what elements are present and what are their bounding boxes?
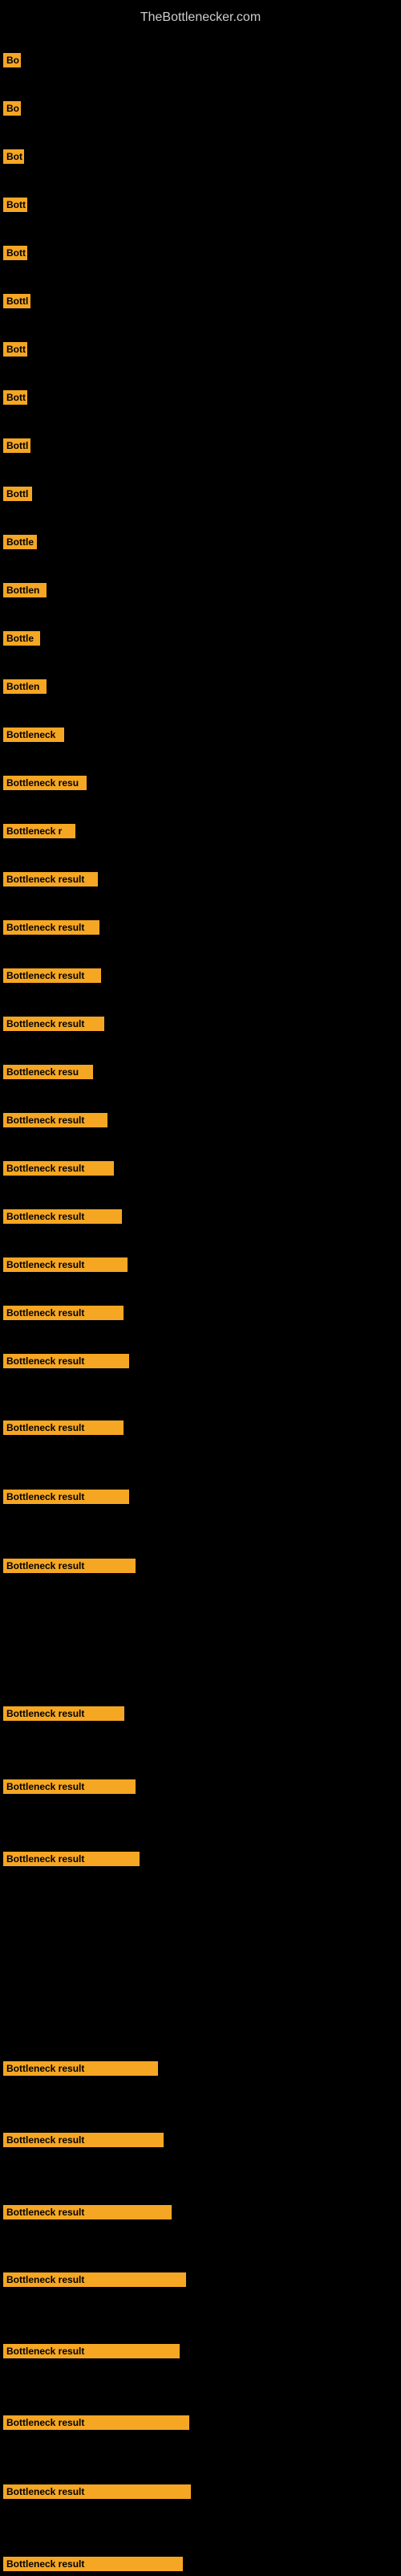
- list-item: Bottleneck result: [2, 1416, 125, 1440]
- bottleneck-label: Bottleneck result: [3, 1852, 140, 1866]
- bottleneck-label: Bottlen: [3, 583, 47, 597]
- bottleneck-label: Bottleneck result: [3, 2272, 186, 2287]
- list-item: Bott: [2, 193, 29, 217]
- bottleneck-label: Bottleneck resu: [3, 1065, 93, 1079]
- list-item: Bott: [2, 241, 29, 265]
- list-item: Bottleneck result: [2, 1012, 106, 1036]
- list-item: Bottleneck result: [2, 1485, 131, 1509]
- list-item: Bottleneck r: [2, 819, 77, 843]
- list-item: Bottleneck result: [2, 2200, 173, 2224]
- list-item: Bottleneck result: [2, 1108, 109, 1132]
- bottleneck-label: Bottl: [3, 438, 30, 453]
- list-item: Bottleneck result: [2, 1301, 125, 1325]
- bottleneck-label: Bott: [3, 390, 27, 405]
- list-item: Bottleneck result: [2, 1554, 137, 1578]
- bottleneck-label: Bottl: [3, 487, 32, 501]
- list-item: Bottlen: [2, 675, 48, 699]
- list-item: Bottleneck result: [2, 2056, 160, 2081]
- list-item: Bottleneck result: [2, 1775, 137, 1799]
- bottleneck-label: Bottleneck result: [3, 1017, 104, 1031]
- bottleneck-label: Bottleneck result: [3, 1257, 128, 1272]
- list-item: Bottleneck resu: [2, 771, 88, 795]
- list-item: Bottleneck result: [2, 867, 99, 891]
- list-item: Bottleneck result: [2, 1847, 141, 1871]
- bottleneck-label: Bottleneck result: [3, 2205, 172, 2219]
- list-item: Bottleneck result: [2, 2339, 181, 2363]
- bottleneck-label: Bottleneck result: [3, 872, 98, 887]
- list-item: Bottleneck result: [2, 964, 103, 988]
- bottleneck-label: Bottle: [3, 631, 40, 646]
- bottleneck-label: Bottleneck result: [3, 1354, 129, 1368]
- list-item: Bo: [2, 48, 22, 72]
- bottleneck-label: Bottleneck result: [3, 1490, 129, 1504]
- bottleneck-label: Bottleneck result: [3, 2415, 189, 2430]
- bottleneck-label: Bottleneck result: [3, 1161, 114, 1176]
- bottleneck-label: Bottleneck result: [3, 1779, 136, 1794]
- bottleneck-label: Bottleneck result: [3, 1113, 107, 1127]
- bottleneck-label: Bottleneck: [3, 728, 64, 742]
- list-item: Bottleneck resu: [2, 1060, 95, 1084]
- bottleneck-label: Bottleneck result: [3, 2344, 180, 2358]
- bottleneck-label: Bott: [3, 198, 27, 212]
- bottleneck-label: Bottleneck result: [3, 1306, 124, 1320]
- list-item: Bottleneck result: [2, 2128, 165, 2152]
- list-item: Bottle: [2, 530, 38, 554]
- bottleneck-label: Bo: [3, 53, 21, 67]
- list-item: Bottleneck result: [2, 1204, 124, 1229]
- bottleneck-label: Bott: [3, 246, 27, 260]
- list-item: Bottleneck result: [2, 1253, 129, 1277]
- bottleneck-label: Bottleneck resu: [3, 776, 87, 790]
- bottleneck-label: Bottleneck result: [3, 2484, 191, 2499]
- list-item: Bo: [2, 96, 22, 120]
- list-item: Bottlen: [2, 578, 48, 602]
- bottleneck-label: Bottleneck r: [3, 824, 75, 838]
- bottleneck-label: Bottle: [3, 535, 37, 549]
- list-item: Bottleneck result: [2, 2268, 188, 2292]
- bottleneck-label: Bottleneck result: [3, 1559, 136, 1573]
- bottleneck-label: Bottl: [3, 294, 30, 308]
- list-item: Bottleneck result: [2, 2552, 184, 2576]
- bottleneck-label: Bot: [3, 149, 24, 164]
- list-item: Bottleneck result: [2, 1702, 126, 1726]
- list-item: Bottle: [2, 626, 42, 650]
- bottleneck-label: Bo: [3, 101, 21, 116]
- bottleneck-label: Bottleneck result: [3, 1420, 124, 1435]
- list-item: Bottl: [2, 434, 32, 458]
- list-item: Bottl: [2, 482, 34, 506]
- list-item: Bottleneck result: [2, 2411, 191, 2435]
- bottleneck-label: Bottleneck result: [3, 1706, 124, 1721]
- list-item: Bottleneck: [2, 723, 66, 747]
- list-item: Bottleneck result: [2, 1156, 115, 1180]
- list-item: Bottl: [2, 289, 32, 313]
- bottleneck-label: Bottleneck result: [3, 968, 101, 983]
- bottleneck-label: Bottleneck result: [3, 920, 99, 935]
- list-item: Bottleneck result: [2, 1349, 131, 1373]
- list-item: Bottleneck result: [2, 2480, 192, 2504]
- bottleneck-label: Bottleneck result: [3, 2133, 164, 2147]
- bottleneck-label: Bottleneck result: [3, 2557, 183, 2571]
- list-item: Bott: [2, 385, 29, 410]
- list-item: Bott: [2, 337, 29, 361]
- bottleneck-label: Bottleneck result: [3, 2061, 158, 2076]
- list-item: Bot: [2, 145, 26, 169]
- list-item: Bottleneck result: [2, 915, 101, 940]
- bottleneck-label: Bottlen: [3, 679, 47, 694]
- bottleneck-label: Bottleneck result: [3, 1209, 122, 1224]
- site-title: TheBottlenecker.com: [0, 4, 401, 31]
- bottleneck-label: Bott: [3, 342, 27, 357]
